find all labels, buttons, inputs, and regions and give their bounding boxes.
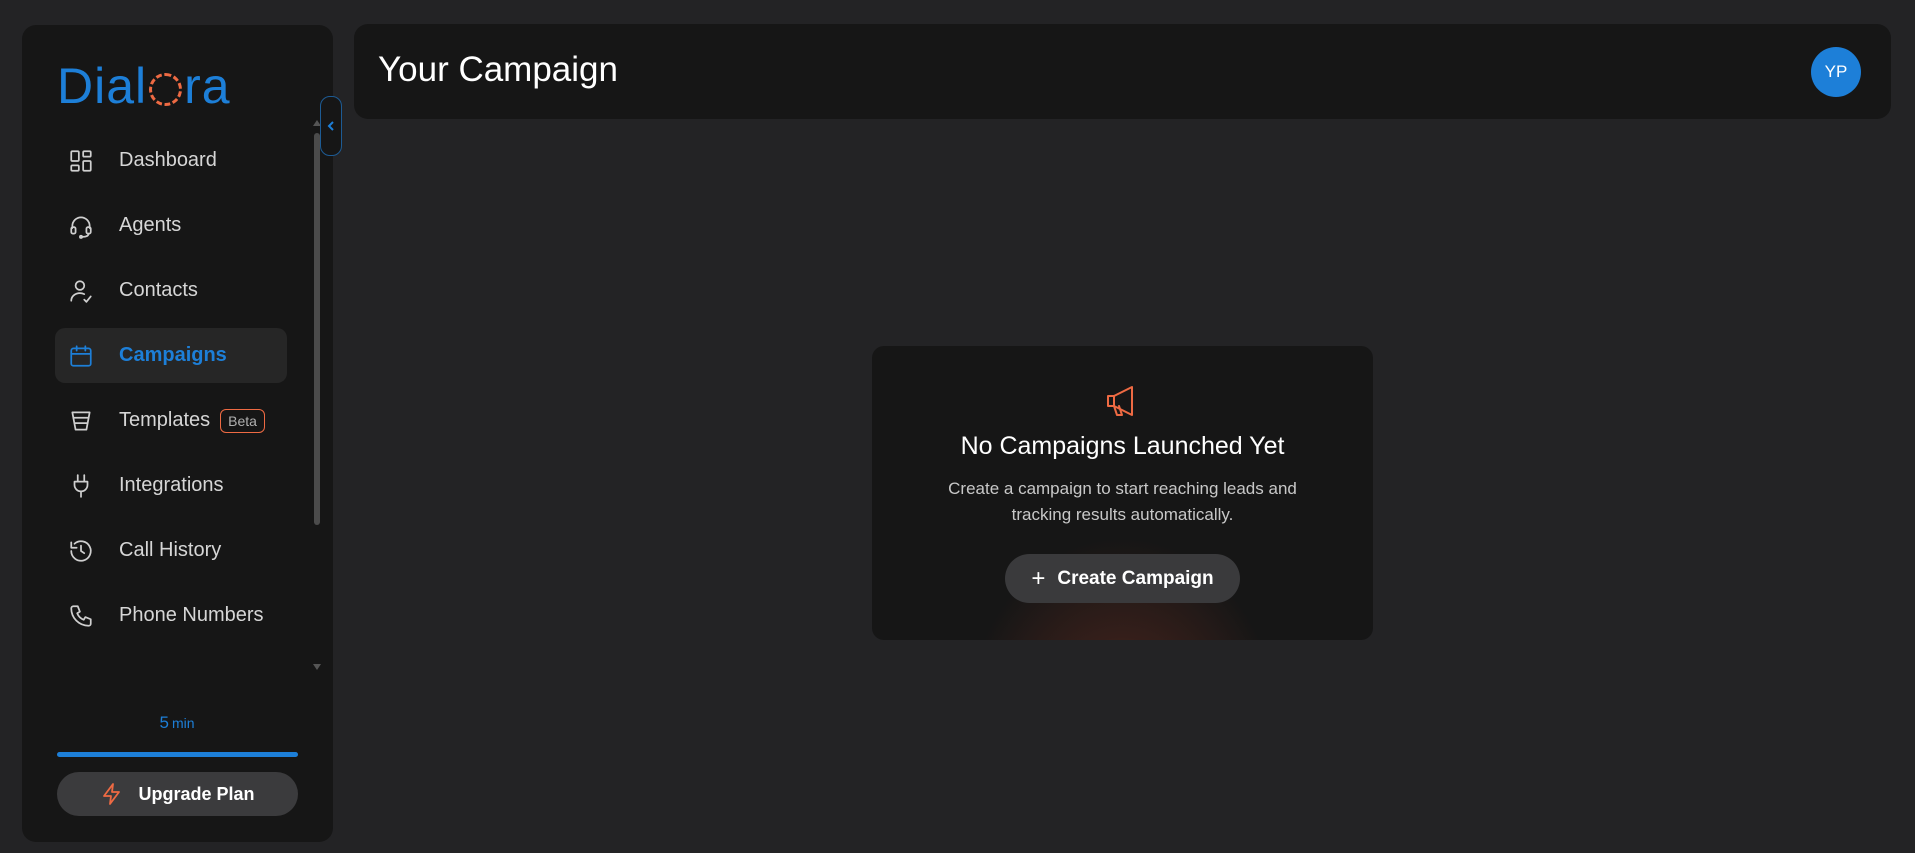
phone-icon xyxy=(67,602,95,630)
history-icon xyxy=(67,537,95,565)
logo-o-ring-icon xyxy=(149,72,183,106)
usage-readout: 5 min xyxy=(57,713,297,733)
sidebar-item-label: Contacts xyxy=(119,279,198,301)
sidebar-item-agents[interactable]: Agents xyxy=(55,198,287,253)
plus-icon: + xyxy=(1031,564,1046,592)
dashboard-grid-icon xyxy=(67,147,95,175)
sidebar-item-call-history[interactable]: Call History xyxy=(55,523,287,578)
sidebar-item-campaigns[interactable]: Campaigns xyxy=(55,328,287,383)
sidebar-item-label: Call History xyxy=(119,539,222,561)
sidebar-item-label: Integrations xyxy=(119,474,224,496)
megaphone-icon xyxy=(1102,380,1144,422)
sidebar-item-templates[interactable]: Templates Beta xyxy=(55,393,287,448)
scroll-down-arrow-icon[interactable] xyxy=(313,664,321,670)
usage-progress-bar xyxy=(57,752,298,757)
plug-icon xyxy=(67,472,95,500)
dialora-logo[interactable]: Dial ra xyxy=(57,61,231,111)
sidebar-item-label: Dashboard xyxy=(119,149,217,171)
logo-text-suffix: ra xyxy=(184,58,231,114)
upgrade-plan-button[interactable]: Upgrade Plan xyxy=(57,772,298,816)
sidebar: Dial ra Dashboard Agents Contacts Campaig… xyxy=(22,25,333,842)
empty-state-title: No Campaigns Launched Yet xyxy=(960,432,1285,460)
empty-state-card: No Campaigns Launched Yet Create a campa… xyxy=(872,346,1373,640)
empty-state-description: Create a campaign to start reaching lead… xyxy=(948,479,1297,524)
create-campaign-label: Create Campaign xyxy=(1057,567,1214,589)
headset-icon xyxy=(67,212,95,240)
sidebar-item-label: Campaigns xyxy=(119,344,227,366)
lightning-icon xyxy=(103,783,121,805)
usage-unit: min xyxy=(171,715,195,731)
sidebar-item-integrations[interactable]: Integrations xyxy=(55,458,287,513)
beta-badge: Beta xyxy=(220,408,265,433)
page-title: Your Campaign xyxy=(378,50,618,89)
sidebar-item-phone-numbers[interactable]: Phone Numbers xyxy=(55,588,287,643)
sidebar-scrollbar-thumb[interactable] xyxy=(314,133,320,525)
chevron-left-icon xyxy=(327,121,334,131)
sidebar-item-label: Phone Numbers xyxy=(119,604,264,626)
sidebar-item-contacts[interactable]: Contacts xyxy=(55,263,287,318)
funnel-icon xyxy=(67,407,95,435)
sidebar-nav: Dashboard Agents Contacts Campaigns Temp… xyxy=(55,133,309,653)
create-campaign-button[interactable]: + Create Campaign xyxy=(1005,554,1240,603)
usage-progress-fill xyxy=(57,752,298,757)
logo-text-prefix: Dial xyxy=(57,58,148,114)
sidebar-item-dashboard[interactable]: Dashboard xyxy=(55,133,287,188)
usage-value: 5 xyxy=(159,713,169,732)
calendar-icon xyxy=(67,342,95,370)
sidebar-item-label: Agents xyxy=(119,214,182,236)
upgrade-plan-label: Upgrade Plan xyxy=(138,783,255,804)
page-header: Your Campaign YP xyxy=(354,24,1891,119)
avatar[interactable]: YP xyxy=(1811,47,1861,97)
user-icon xyxy=(67,277,95,305)
sidebar-collapse-button[interactable] xyxy=(320,96,342,156)
sidebar-item-label: Templates xyxy=(119,409,211,431)
